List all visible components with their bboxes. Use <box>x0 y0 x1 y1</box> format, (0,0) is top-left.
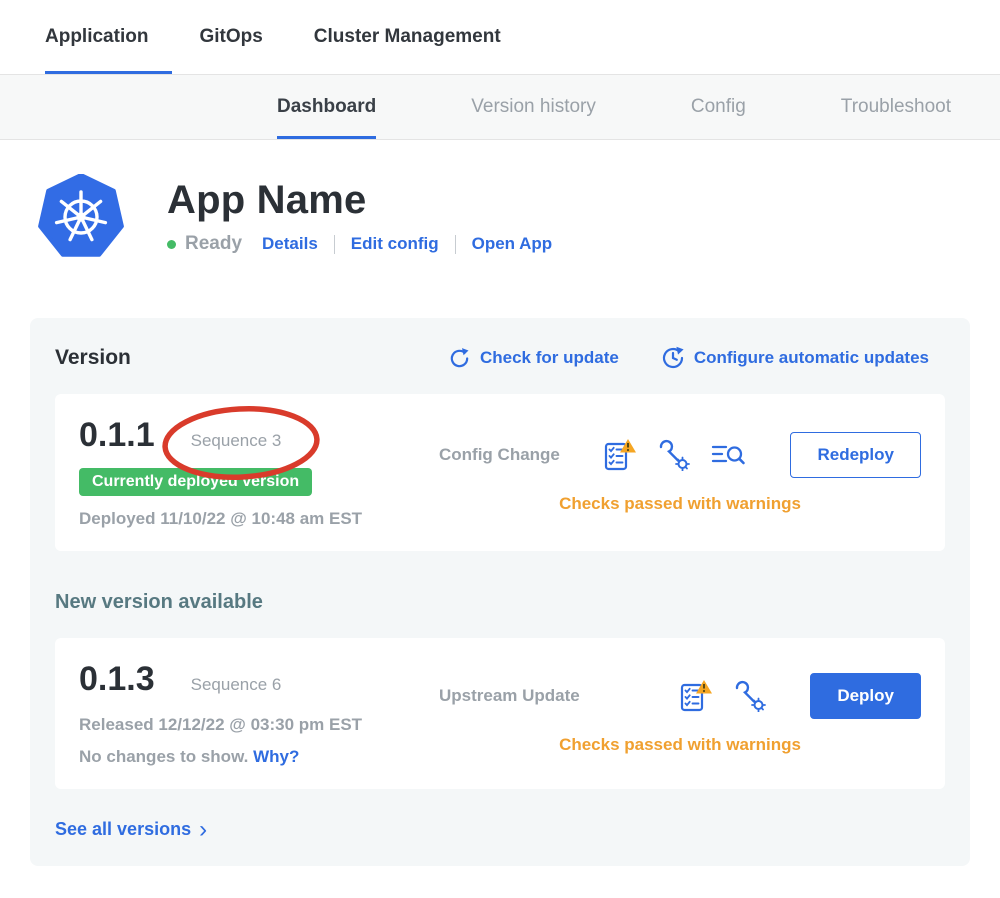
kubernetes-logo-icon <box>38 174 124 266</box>
available-source-label: Upstream Update <box>439 686 580 706</box>
configure-automatic-updates-button[interactable]: Configure automatic updates <box>661 346 929 370</box>
check-for-update-label: Check for update <box>480 348 619 368</box>
current-sequence-label: Sequence 3 <box>191 431 282 450</box>
available-version-number: 0.1.3 <box>79 660 155 699</box>
config-wrench-icon[interactable] <box>733 679 766 712</box>
current-version-number: 0.1.1 <box>79 416 155 455</box>
schedule-update-icon <box>661 346 685 370</box>
new-version-available-heading: New version available <box>55 591 945 614</box>
preflight-checks-icon[interactable] <box>679 679 713 712</box>
available-checks-warning-text: Checks passed with warnings <box>439 735 921 755</box>
divider <box>334 235 335 254</box>
released-timestamp: Released 12/12/22 @ 03:30 pm EST <box>79 715 439 735</box>
subtab-config[interactable]: Config <box>691 75 746 139</box>
version-section-title: Version <box>55 346 131 370</box>
current-source-label: Config Change <box>439 445 560 465</box>
why-link[interactable]: Why? <box>253 747 299 766</box>
subtab-dashboard[interactable]: Dashboard <box>277 75 376 139</box>
subtab-troubleshoot[interactable]: Troubleshoot <box>841 75 951 139</box>
available-sequence-label: Sequence 6 <box>191 675 282 694</box>
see-all-versions-link[interactable]: See all versions › <box>55 819 207 840</box>
open-app-link[interactable]: Open App <box>472 234 553 254</box>
see-all-versions-label: See all versions <box>55 819 191 840</box>
status-label: Ready <box>185 233 242 255</box>
no-changes-text: No changes to show. <box>79 747 248 766</box>
check-for-update-button[interactable]: Check for update <box>448 347 619 370</box>
divider <box>455 235 456 254</box>
page-title: App Name <box>167 178 552 223</box>
file-diff-search-icon[interactable] <box>710 441 746 469</box>
tab-application[interactable]: Application <box>45 0 148 74</box>
deployed-timestamp: Deployed 11/10/22 @ 10:48 am EST <box>79 509 439 529</box>
current-checks-warning-text: Checks passed with warnings <box>439 494 921 514</box>
version-section: Version Check for update <box>30 318 970 866</box>
configure-automatic-updates-label: Configure automatic updates <box>694 348 929 368</box>
edit-config-link[interactable]: Edit config <box>351 234 439 254</box>
details-link[interactable]: Details <box>262 234 318 254</box>
chevron-right-icon: › <box>199 821 207 839</box>
redeploy-button[interactable]: Redeploy <box>790 432 921 478</box>
refresh-icon <box>448 347 471 370</box>
ready-status-dot <box>167 240 176 249</box>
app-header: App Name Ready Details Edit config Open … <box>0 140 1000 266</box>
config-wrench-icon[interactable] <box>657 438 690 471</box>
preflight-checks-icon[interactable] <box>603 438 637 471</box>
subtab-version-history[interactable]: Version history <box>471 75 596 139</box>
available-version-card: 0.1.3 Sequence 6 Released 12/12/22 @ 03:… <box>55 638 945 789</box>
tab-gitops[interactable]: GitOps <box>199 0 262 74</box>
deploy-button[interactable]: Deploy <box>810 673 921 719</box>
top-nav: Application GitOps Cluster Management <box>0 0 1000 75</box>
tab-cluster-management[interactable]: Cluster Management <box>314 0 501 74</box>
current-version-card: 0.1.1 Sequence 3 Currently deployed vers… <box>55 394 945 551</box>
currently-deployed-badge: Currently deployed version <box>79 468 312 496</box>
sub-nav: Dashboard Version history Config Trouble… <box>0 75 1000 140</box>
